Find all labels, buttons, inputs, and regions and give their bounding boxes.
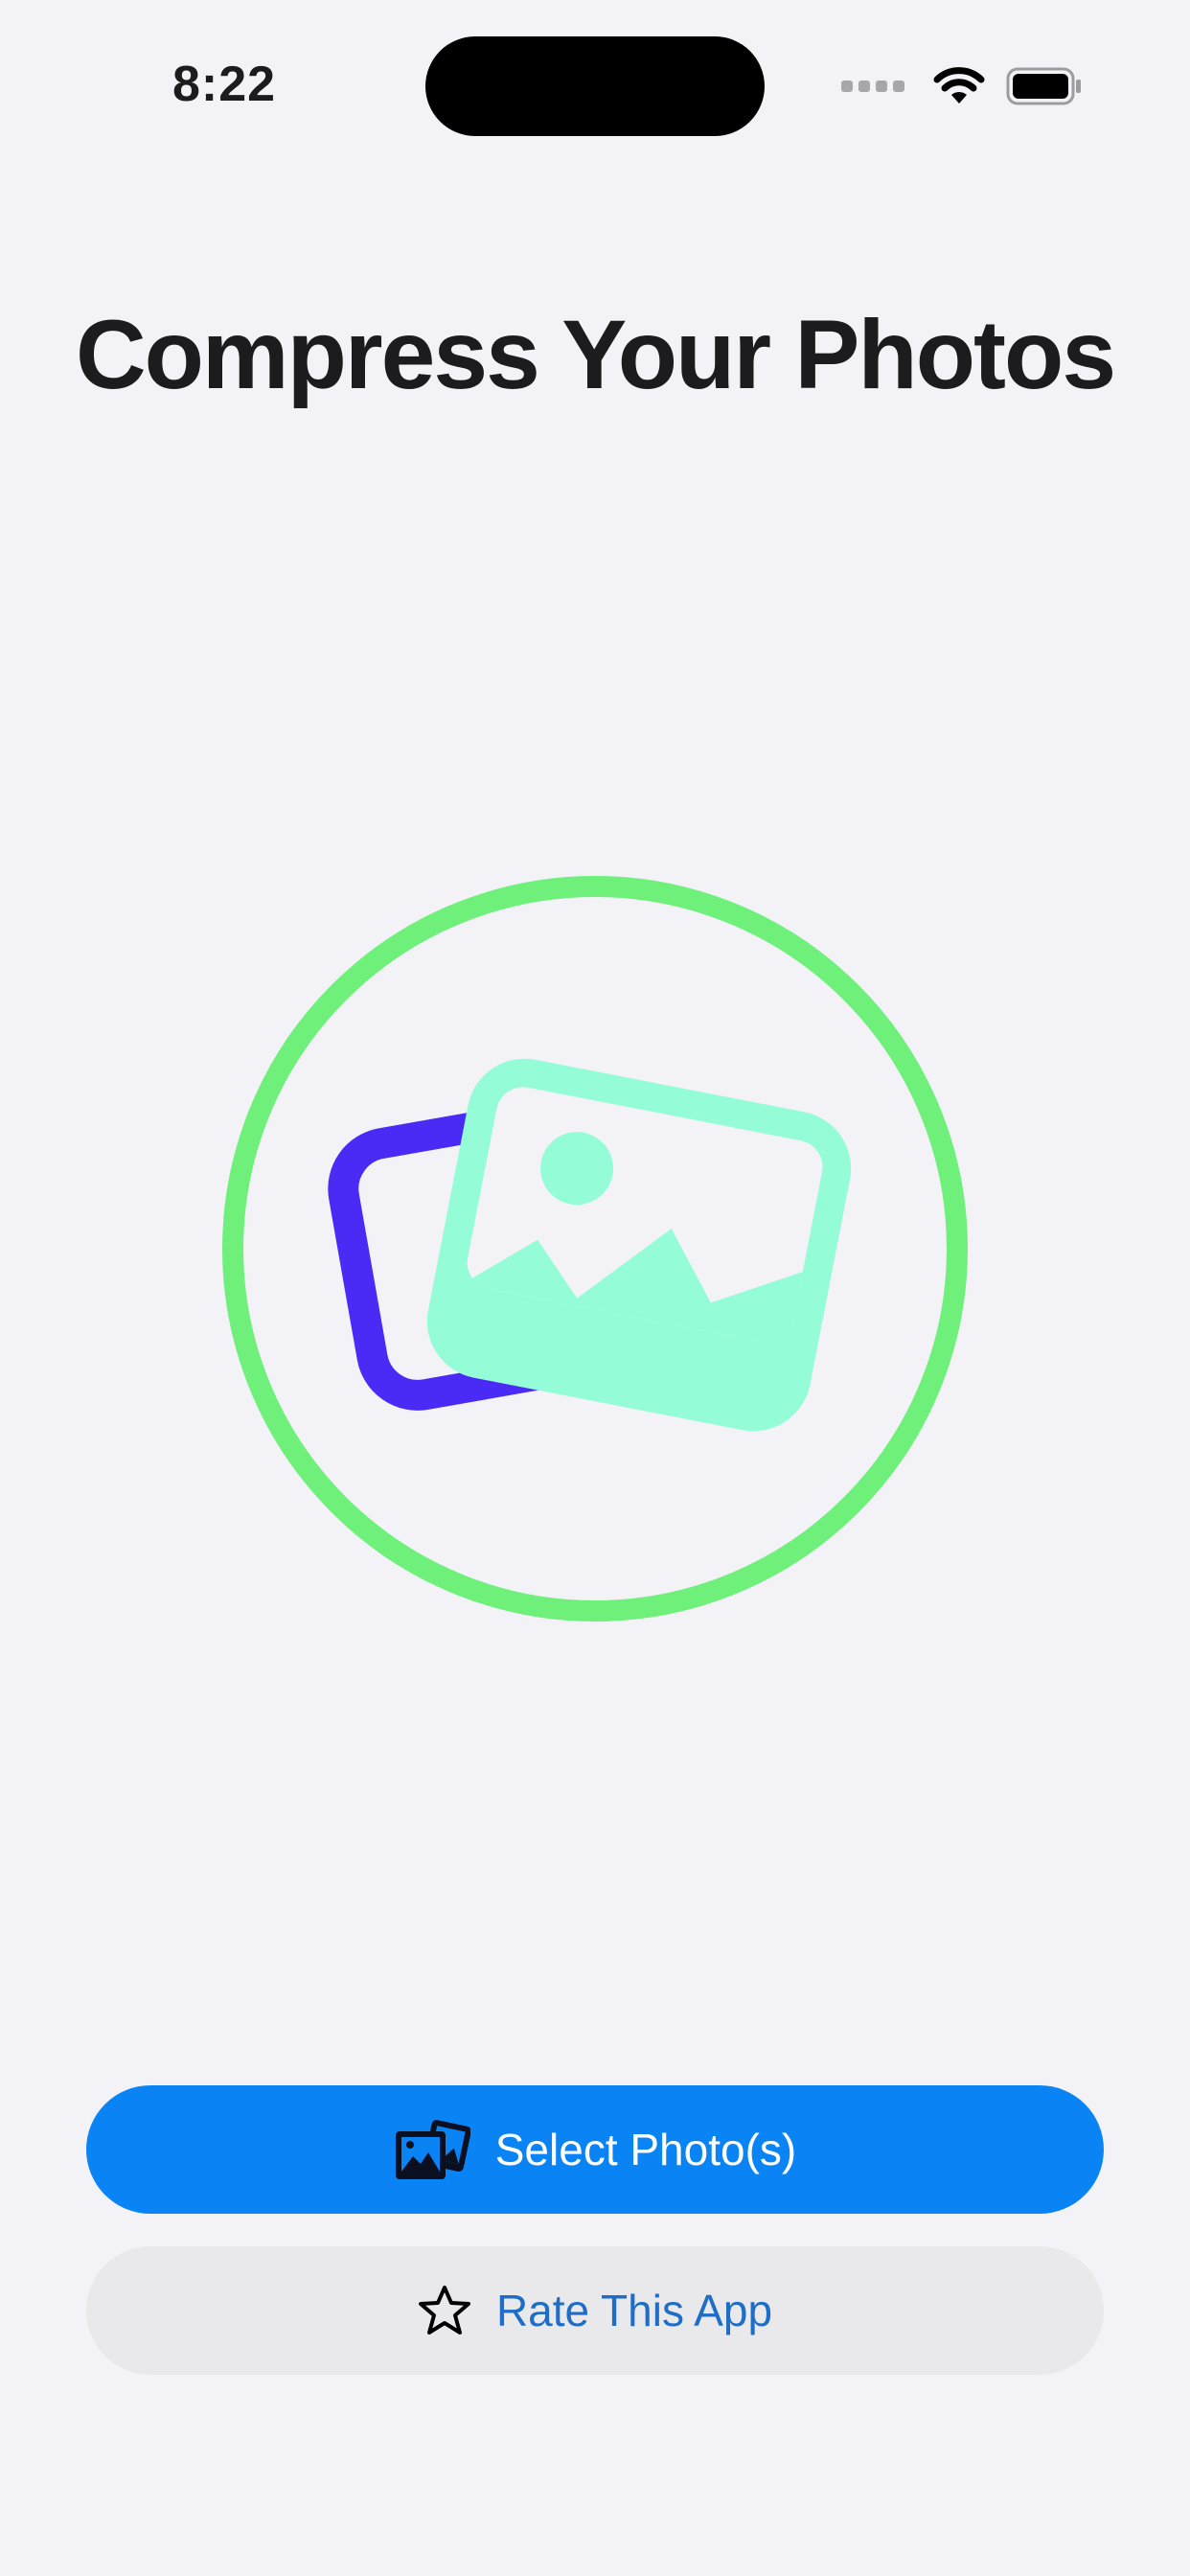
select-photos-label: Select Photo(s)	[494, 2125, 797, 2174]
wifi-icon	[933, 67, 985, 105]
battery-icon	[1006, 67, 1083, 105]
status-time: 8:22	[172, 57, 277, 112]
dynamic-island	[425, 36, 765, 136]
status-icons	[841, 67, 1083, 105]
star-icon	[418, 2285, 471, 2336]
select-photos-button[interactable]: Select Photo(s)	[86, 2085, 1104, 2214]
status-bar: 8:22	[0, 0, 1190, 172]
page-title: Compress Your Photos	[75, 300, 1116, 409]
rate-app-button[interactable]: Rate This App	[86, 2246, 1104, 2375]
hero-illustration	[222, 876, 968, 1622]
cellular-signal-icon	[841, 80, 904, 92]
photo-stack-icon	[394, 2118, 470, 2181]
rate-app-label: Rate This App	[495, 2286, 773, 2335]
photos-stack-icon	[222, 876, 968, 1622]
